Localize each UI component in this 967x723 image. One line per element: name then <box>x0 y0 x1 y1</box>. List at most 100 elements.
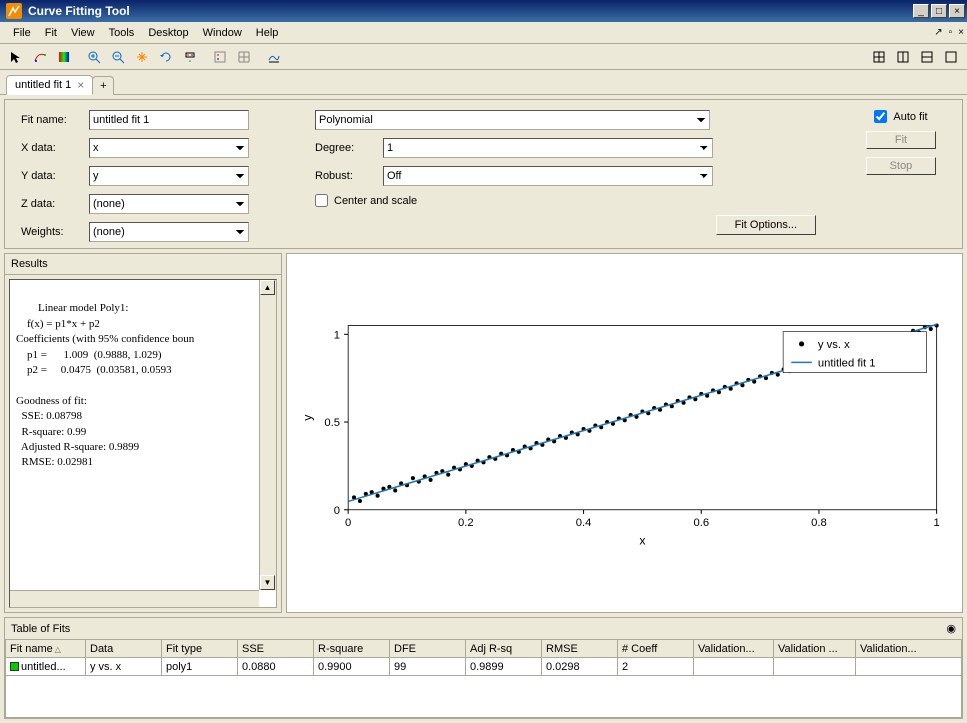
svg-text:y vs. x: y vs. x <box>818 339 850 351</box>
config-panel: Fit name: X data: x Y data: y Z data: (n… <box>4 99 963 249</box>
fitname-input[interactable] <box>89 110 249 130</box>
results-hscroll[interactable]: ◀ ▶ <box>10 590 259 607</box>
plot-area[interactable]: 00.20.40.60.8100.51xyy vs. xuntitled fit… <box>297 264 952 602</box>
fits-table: Fit name△ Data Fit type SSE R-square DFE… <box>5 639 962 718</box>
col-rmse[interactable]: RMSE <box>542 640 618 658</box>
scroll-up-icon[interactable]: ▲ <box>260 280 275 295</box>
content-area: Fit name: X data: x Y data: y Z data: (n… <box>0 95 967 723</box>
autofit-label: Auto fit <box>893 111 927 123</box>
tool-rotate-icon[interactable] <box>155 46 177 68</box>
svg-text:0.2: 0.2 <box>458 517 474 529</box>
table-row[interactable]: untitled... y vs. x poly1 0.0880 0.9900 … <box>6 658 962 676</box>
tool-legend-icon[interactable] <box>209 46 231 68</box>
tool-grid-icon[interactable] <box>233 46 255 68</box>
centerscale-checkbox[interactable] <box>315 194 328 207</box>
svg-text:0.6: 0.6 <box>693 517 709 529</box>
menu-view[interactable]: View <box>64 25 102 41</box>
col-dfe[interactable]: DFE <box>390 640 466 658</box>
svg-text:0.5: 0.5 <box>324 417 340 429</box>
tool-brush-icon[interactable] <box>29 46 51 68</box>
fit-color-swatch <box>10 662 19 671</box>
close-button[interactable]: × <box>949 4 965 18</box>
centerscale-label: Center and scale <box>334 195 417 207</box>
tab-add-button[interactable]: + <box>92 76 114 95</box>
svg-text:0.8: 0.8 <box>811 517 827 529</box>
results-text: Linear model Poly1: f(x) = p1*x + p2 Coe… <box>9 279 277 608</box>
degree-label: Degree: <box>315 142 377 154</box>
menu-fit[interactable]: Fit <box>38 25 64 41</box>
svg-text:0.4: 0.4 <box>576 517 592 529</box>
dock-close-icon[interactable]: × <box>955 27 967 38</box>
svg-text:x: x <box>639 534 645 548</box>
svg-text:y: y <box>300 414 314 421</box>
layout-1x1-icon[interactable] <box>868 46 890 68</box>
degree-select[interactable]: 1 <box>383 138 713 158</box>
tool-pan-icon[interactable] <box>131 46 153 68</box>
autofit-checkbox[interactable] <box>874 110 887 123</box>
robust-label: Robust: <box>315 170 377 182</box>
fittype-select[interactable]: Polynomial <box>315 110 710 130</box>
tool-cursor-icon[interactable] <box>5 46 27 68</box>
weights-select[interactable]: (none) <box>89 222 249 242</box>
menubar: File Fit View Tools Desktop Window Help … <box>0 22 967 44</box>
toolbar <box>0 44 967 70</box>
zdata-select[interactable]: (none) <box>89 194 249 214</box>
col-sse[interactable]: SSE <box>238 640 314 658</box>
dock-min-icon[interactable]: ▫ <box>946 27 956 38</box>
fitname-label: Fit name: <box>21 114 83 126</box>
ydata-select[interactable]: y <box>89 166 249 186</box>
app-icon <box>6 3 22 19</box>
menu-window[interactable]: Window <box>196 25 249 41</box>
results-head: Results <box>5 254 281 275</box>
dock-restore-icon[interactable]: ↗ <box>931 27 945 38</box>
stop-button[interactable]: Stop <box>866 157 936 175</box>
fit-button[interactable]: Fit <box>866 131 936 149</box>
col-data[interactable]: Data <box>86 640 162 658</box>
tab-label: untitled fit 1 <box>15 79 71 91</box>
titlebar: Curve Fitting Tool _ □ × <box>0 0 967 22</box>
scroll-down-icon[interactable]: ▼ <box>260 575 275 590</box>
svg-text:0: 0 <box>334 505 340 517</box>
tool-colorbar-icon[interactable] <box>53 46 75 68</box>
menu-file[interactable]: File <box>6 25 38 41</box>
tool-zoomout-icon[interactable] <box>107 46 129 68</box>
results-vscroll[interactable]: ▲ ▼ <box>259 280 276 590</box>
minimize-button[interactable]: _ <box>913 4 929 18</box>
layout-single-icon[interactable] <box>940 46 962 68</box>
fits-panel: Table of Fits ◉ Fit name△ Data Fit type … <box>4 617 963 719</box>
maximize-button[interactable]: □ <box>931 4 947 18</box>
robust-select[interactable]: Off <box>383 166 713 186</box>
menu-tools[interactable]: Tools <box>102 25 142 41</box>
tab-bar: untitled fit 1 × + <box>0 70 967 95</box>
col-adjr2[interactable]: Adj R-sq <box>466 640 542 658</box>
menu-desktop[interactable]: Desktop <box>141 25 195 41</box>
weights-label: Weights: <box>21 226 83 238</box>
fits-head: Table of Fits <box>11 623 70 635</box>
svg-text:0: 0 <box>345 517 351 529</box>
col-val3[interactable]: Validation... <box>856 640 962 658</box>
col-fitname[interactable]: Fit name△ <box>6 640 86 658</box>
window-title: Curve Fitting Tool <box>26 4 911 18</box>
col-val2[interactable]: Validation ... <box>774 640 856 658</box>
layout-1x2-icon[interactable] <box>916 46 938 68</box>
fitoptions-button[interactable]: Fit Options... <box>716 215 816 235</box>
menu-help[interactable]: Help <box>249 25 286 41</box>
mid-panel: Results Linear model Poly1: f(x) = p1*x … <box>4 253 963 613</box>
tab-close-icon[interactable]: × <box>77 79 84 91</box>
fits-collapse-icon[interactable]: ◉ <box>946 622 956 635</box>
col-ncoeff[interactable]: # Coeff <box>618 640 694 658</box>
col-val1[interactable]: Validation... <box>694 640 774 658</box>
svg-text:1: 1 <box>934 517 940 529</box>
col-r2[interactable]: R-square <box>314 640 390 658</box>
results-panel: Results Linear model Poly1: f(x) = p1*x … <box>4 253 282 613</box>
ydata-label: Y data: <box>21 170 83 182</box>
zdata-label: Z data: <box>21 198 83 210</box>
tool-zoomin-icon[interactable] <box>83 46 105 68</box>
tab-fit1[interactable]: untitled fit 1 × <box>6 75 93 95</box>
xdata-select[interactable]: x <box>89 138 249 158</box>
svg-text:untitled fit 1: untitled fit 1 <box>818 357 876 369</box>
col-fittype[interactable]: Fit type <box>162 640 238 658</box>
tool-datatip-icon[interactable] <box>179 46 201 68</box>
layout-2x1-icon[interactable] <box>892 46 914 68</box>
tool-residuals-icon[interactable] <box>263 46 285 68</box>
